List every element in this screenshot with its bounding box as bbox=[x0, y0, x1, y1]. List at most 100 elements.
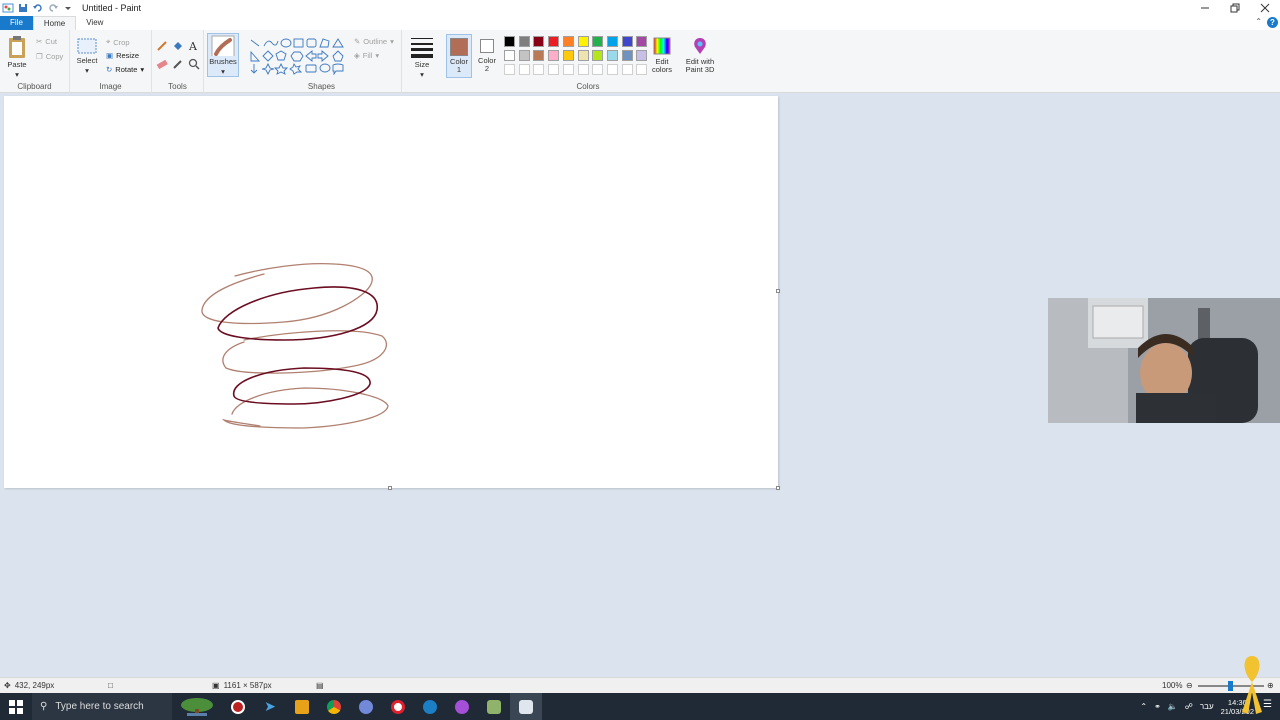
cut-label: Cut bbox=[45, 37, 57, 46]
save-icon[interactable] bbox=[17, 2, 29, 14]
taskbar-app-paint[interactable] bbox=[510, 693, 542, 720]
custom-color-slot[interactable] bbox=[606, 64, 618, 75]
copy-button[interactable]: ❐ Copy bbox=[36, 52, 63, 61]
crop-button[interactable]: ⌖ Crop bbox=[106, 37, 130, 47]
close-button[interactable] bbox=[1250, 0, 1280, 16]
color1-number: 1 bbox=[456, 65, 462, 74]
palette-swatch[interactable] bbox=[606, 36, 618, 47]
custom-color-slot[interactable] bbox=[577, 64, 589, 75]
network-icon[interactable]: ☍ bbox=[1185, 702, 1193, 711]
tray-overflow-icon[interactable]: ⌃ bbox=[1140, 702, 1147, 711]
canvas-resize-handle-bottom[interactable] bbox=[388, 486, 392, 490]
custom-color-slot[interactable] bbox=[548, 64, 560, 75]
brushes-group: Brushes ▾ bbox=[204, 30, 242, 93]
custom-color-slot[interactable] bbox=[504, 64, 515, 75]
palette-swatch[interactable] bbox=[504, 36, 515, 47]
magnifier-icon[interactable] bbox=[188, 58, 200, 70]
text-tool-icon[interactable]: A bbox=[188, 40, 200, 52]
tab-home[interactable]: Home bbox=[32, 16, 77, 30]
shapes-gallery[interactable] bbox=[248, 37, 348, 75]
palette-swatch[interactable] bbox=[592, 36, 604, 47]
taskbar-app-ccleaner[interactable] bbox=[414, 693, 446, 720]
fill-bucket-icon[interactable] bbox=[172, 40, 184, 52]
drawing-canvas[interactable] bbox=[4, 96, 778, 488]
customize-quick-access-icon[interactable] bbox=[62, 2, 74, 14]
tab-file[interactable]: File bbox=[0, 16, 33, 30]
palette-swatch[interactable] bbox=[562, 36, 574, 47]
undo-icon[interactable] bbox=[32, 2, 44, 14]
minimize-button[interactable] bbox=[1190, 0, 1220, 16]
taskbar-app-clock[interactable] bbox=[222, 693, 254, 720]
canvas-resize-handle-right[interactable] bbox=[776, 289, 780, 293]
clipboard-group: Paste ▾ ✂ Cut ❐ Copy Clipboard bbox=[0, 30, 70, 93]
taskbar-app-folder[interactable] bbox=[478, 693, 510, 720]
canvas-size: ▣ 1161 × 587px bbox=[212, 681, 272, 690]
paste-button[interactable]: Paste ▾ bbox=[6, 35, 28, 79]
outline-button[interactable]: ✎ Outline ▾ bbox=[354, 37, 394, 46]
zoom-out-icon[interactable]: ⊖ bbox=[1186, 681, 1193, 690]
tab-view[interactable]: View bbox=[76, 16, 113, 30]
clipboard-group-label: Clipboard bbox=[17, 82, 52, 91]
palette-swatch[interactable] bbox=[636, 50, 648, 61]
custom-color-slot[interactable] bbox=[562, 64, 574, 75]
custom-color-slot[interactable] bbox=[518, 64, 530, 75]
palette-swatch[interactable] bbox=[621, 50, 633, 61]
palette-swatch[interactable] bbox=[636, 36, 648, 47]
resize-button[interactable]: ▣ Resize bbox=[106, 51, 139, 60]
redo-icon[interactable] bbox=[47, 2, 59, 14]
microphone-icon[interactable]: ⚭ bbox=[1154, 702, 1161, 711]
palette-swatch[interactable] bbox=[504, 50, 515, 61]
taskbar-app-discord[interactable] bbox=[350, 693, 382, 720]
paste-dropdown-icon[interactable]: ▾ bbox=[15, 71, 19, 79]
collapse-ribbon-icon[interactable]: ⌃ bbox=[1255, 17, 1262, 26]
color2-button[interactable]: Color 2 bbox=[475, 34, 499, 78]
taskbar-app-chrome[interactable] bbox=[318, 693, 350, 720]
zoom-in-icon[interactable]: ⊕ bbox=[1267, 681, 1274, 690]
language-indicator[interactable]: עבר bbox=[1200, 702, 1214, 711]
cut-button[interactable]: ✂ Cut bbox=[36, 37, 57, 46]
palette-swatch[interactable] bbox=[577, 36, 589, 47]
brush-icon bbox=[211, 35, 235, 56]
help-icon[interactable]: ? bbox=[1267, 17, 1278, 28]
news-widget-icon[interactable] bbox=[172, 693, 222, 720]
brushes-button[interactable]: Brushes ▾ bbox=[207, 33, 239, 77]
rotate-button[interactable]: ↻ Rotate ▾ bbox=[106, 65, 144, 74]
taskbar-app-files[interactable] bbox=[286, 693, 318, 720]
custom-color-slot[interactable] bbox=[592, 64, 604, 75]
outline-dropdown-icon: ▾ bbox=[390, 37, 394, 46]
custom-color-slot[interactable] bbox=[621, 64, 633, 75]
color-picker-icon[interactable] bbox=[172, 58, 184, 70]
taskbar-search-box[interactable]: ⚲ Type here to search bbox=[32, 693, 172, 720]
restore-button[interactable] bbox=[1220, 0, 1250, 16]
palette-swatch[interactable] bbox=[518, 36, 530, 47]
palette-swatch[interactable] bbox=[562, 50, 574, 61]
start-button[interactable] bbox=[0, 693, 32, 720]
taskbar-app-steam[interactable]: ➤ bbox=[254, 693, 286, 720]
fill-button[interactable]: ◈ Fill ▾ bbox=[354, 51, 379, 60]
canvas-resize-handle-corner[interactable] bbox=[776, 486, 780, 490]
taskbar-app-opera[interactable] bbox=[382, 693, 414, 720]
color1-button[interactable]: Color 1 bbox=[446, 34, 472, 78]
select-dropdown-icon[interactable]: ▾ bbox=[85, 67, 89, 75]
edit-with-paint3d-button[interactable]: Edit with Paint 3D bbox=[683, 36, 717, 74]
size-button[interactable]: Size ▾ bbox=[410, 35, 434, 79]
palette-swatch[interactable] bbox=[577, 50, 589, 61]
palette-swatch[interactable] bbox=[533, 36, 545, 47]
zoom-slider-thumb[interactable] bbox=[1228, 681, 1233, 691]
shapes-group: ✎ Outline ▾ ◈ Fill ▾ Shapes bbox=[242, 30, 402, 93]
select-button[interactable]: Select ▾ bbox=[76, 37, 98, 75]
palette-swatch[interactable] bbox=[592, 50, 604, 61]
palette-swatch[interactable] bbox=[548, 50, 560, 61]
taskbar-app-messenger[interactable] bbox=[446, 693, 478, 720]
palette-swatch[interactable] bbox=[533, 50, 545, 61]
pencil-icon[interactable] bbox=[156, 40, 168, 52]
palette-swatch[interactable] bbox=[621, 36, 633, 47]
eraser-icon[interactable] bbox=[156, 58, 168, 70]
palette-swatch[interactable] bbox=[606, 50, 618, 61]
volume-icon[interactable]: 🔈 bbox=[1168, 702, 1178, 711]
palette-swatch[interactable] bbox=[548, 36, 560, 47]
custom-color-slot[interactable] bbox=[533, 64, 545, 75]
palette-swatch[interactable] bbox=[518, 50, 530, 61]
custom-color-slot[interactable] bbox=[636, 64, 648, 75]
edit-colors-button[interactable]: Edit colors bbox=[648, 36, 676, 74]
